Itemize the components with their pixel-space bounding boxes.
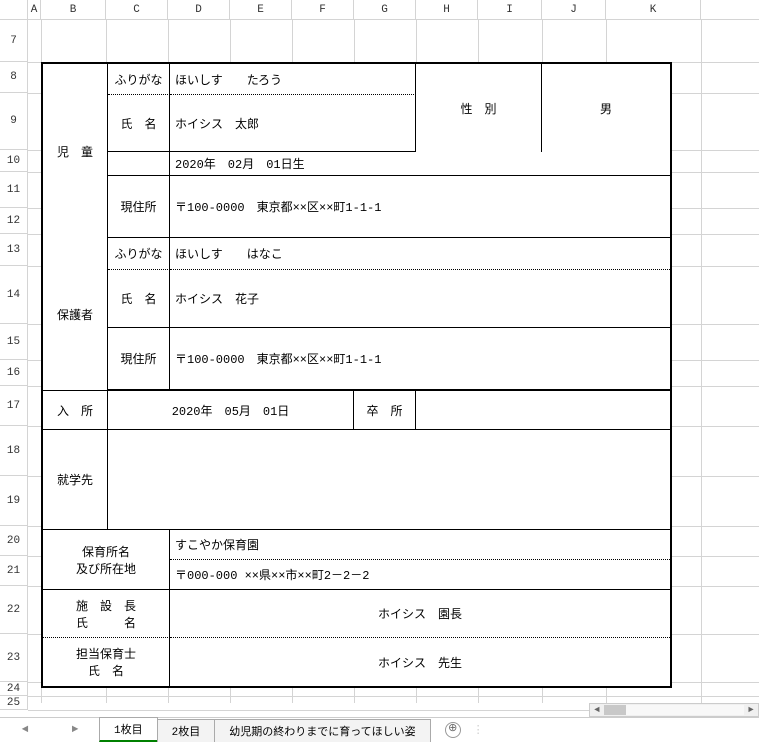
guardian-furigana[interactable]: ほいしす はなこ (170, 238, 670, 270)
row-header[interactable]: 7 (0, 20, 28, 62)
row-header[interactable]: 20 (0, 526, 28, 556)
row-header[interactable]: 13 (0, 234, 28, 266)
row-header[interactable]: 12 (0, 208, 28, 234)
add-sheet-button[interactable]: ⊕ (445, 722, 461, 738)
row-header[interactable]: 18 (0, 426, 28, 476)
furigana-label: ふりがな (108, 64, 170, 95)
column-header[interactable]: B (41, 0, 106, 19)
guardian-address[interactable]: 〒100-0000 東京都××区××町1-1-1 (170, 328, 670, 390)
row-header[interactable]: 8 (0, 62, 28, 93)
enroll-in-label: 入 所 (43, 390, 108, 430)
facility-address[interactable]: 〒000-000 ××県××市××町2－2－2 (170, 560, 670, 590)
row-header[interactable]: 21 (0, 556, 28, 586)
row-headers: 78910111213141516171819202122232425 (0, 20, 28, 710)
column-header[interactable]: A (28, 0, 41, 19)
column-header[interactable]: F (292, 0, 354, 19)
tabbar-separator: ⋮ (473, 723, 484, 737)
sheet-tab[interactable]: 1枚目 (99, 717, 158, 742)
row-header[interactable]: 24 (0, 682, 28, 696)
child-address[interactable]: 〒100-0000 東京都××区××町1-1-1 (170, 176, 670, 238)
row-header[interactable]: 14 (0, 266, 28, 324)
gender-label: 性 別 (416, 64, 542, 152)
name-label: 氏 名 (108, 95, 170, 152)
school-label: 就学先 (43, 430, 108, 530)
column-header[interactable]: I (478, 0, 542, 19)
g-address-label: 現住所 (108, 328, 170, 390)
row-header[interactable]: 16 (0, 360, 28, 386)
g-furigana-label: ふりがな (108, 238, 170, 270)
column-header[interactable]: C (106, 0, 168, 19)
row-header[interactable]: 11 (0, 172, 28, 208)
form-table: 児 童 ふりがな ほいしす たろう 性 別 男 氏 名 ホイシス 太郎 2020… (41, 62, 672, 688)
facility-teacher-name[interactable]: ホイシス 先生 (170, 638, 670, 686)
child-furigana[interactable]: ほいしす たろう (170, 64, 416, 95)
guardian-name[interactable]: ホイシス 花子 (170, 270, 670, 328)
school-value[interactable] (108, 430, 670, 530)
tab-next-icon[interactable]: ► (72, 724, 79, 736)
horizontal-scrollbar[interactable]: ◄ ► (589, 703, 759, 717)
column-headers: ABCDEFGHIJK (0, 0, 759, 20)
scroll-left-icon[interactable]: ◄ (590, 705, 604, 715)
row-header[interactable]: 23 (0, 634, 28, 682)
sheet-tab-bar: ◄ ► 1枚目2枚目幼児期の終わりまでに育ってほしい姿 ⊕ ⋮ (0, 717, 759, 741)
row-header[interactable]: 25 (0, 696, 28, 710)
address-label: 現住所 (108, 176, 170, 238)
row-header[interactable]: 17 (0, 386, 28, 426)
row-header[interactable]: 10 (0, 150, 28, 172)
column-header[interactable]: H (416, 0, 478, 19)
g-name-label: 氏 名 (108, 270, 170, 328)
section-label-guardian: 保護者 (43, 238, 108, 390)
sheet-tab[interactable]: 2枚目 (157, 719, 216, 742)
section-label-child: 児 童 (43, 64, 108, 238)
column-header[interactable]: J (542, 0, 606, 19)
column-header[interactable]: D (168, 0, 230, 19)
sheet-tab[interactable]: 幼児期の終わりまでに育ってほしい姿 (214, 719, 430, 742)
row-header[interactable]: 9 (0, 93, 28, 150)
enroll-out-label: 卒 所 (354, 390, 416, 430)
facility-name[interactable]: すこやか保育園 (170, 530, 670, 560)
column-header[interactable]: E (230, 0, 292, 19)
child-name[interactable]: ホイシス 太郎 (170, 95, 416, 152)
enroll-in-date[interactable]: 2020年 05月 01日 (108, 390, 354, 430)
column-header[interactable]: G (354, 0, 416, 19)
enroll-out-date[interactable] (416, 390, 670, 430)
row-header[interactable]: 15 (0, 324, 28, 360)
tab-nav-buttons[interactable]: ◄ ► (0, 724, 100, 736)
facility-name-label: 保育所名 及び所在地 (43, 530, 170, 590)
column-header[interactable]: K (606, 0, 701, 19)
dob-label-empty (108, 152, 170, 176)
facility-head-name[interactable]: ホイシス 園長 (170, 590, 670, 638)
row-header[interactable]: 22 (0, 586, 28, 634)
select-all-corner[interactable] (0, 0, 28, 19)
facility-teacher-label: 担当保育士 氏 名 (43, 638, 170, 686)
row-header[interactable]: 19 (0, 476, 28, 526)
gender-value[interactable]: 男 (542, 64, 670, 152)
facility-head-label: 施 設 長 氏 名 (43, 590, 170, 638)
tab-first-icon[interactable]: ◄ (22, 724, 29, 736)
child-dob[interactable]: 2020年 02月 01日生 (170, 152, 670, 176)
scroll-right-icon[interactable]: ► (744, 705, 758, 715)
